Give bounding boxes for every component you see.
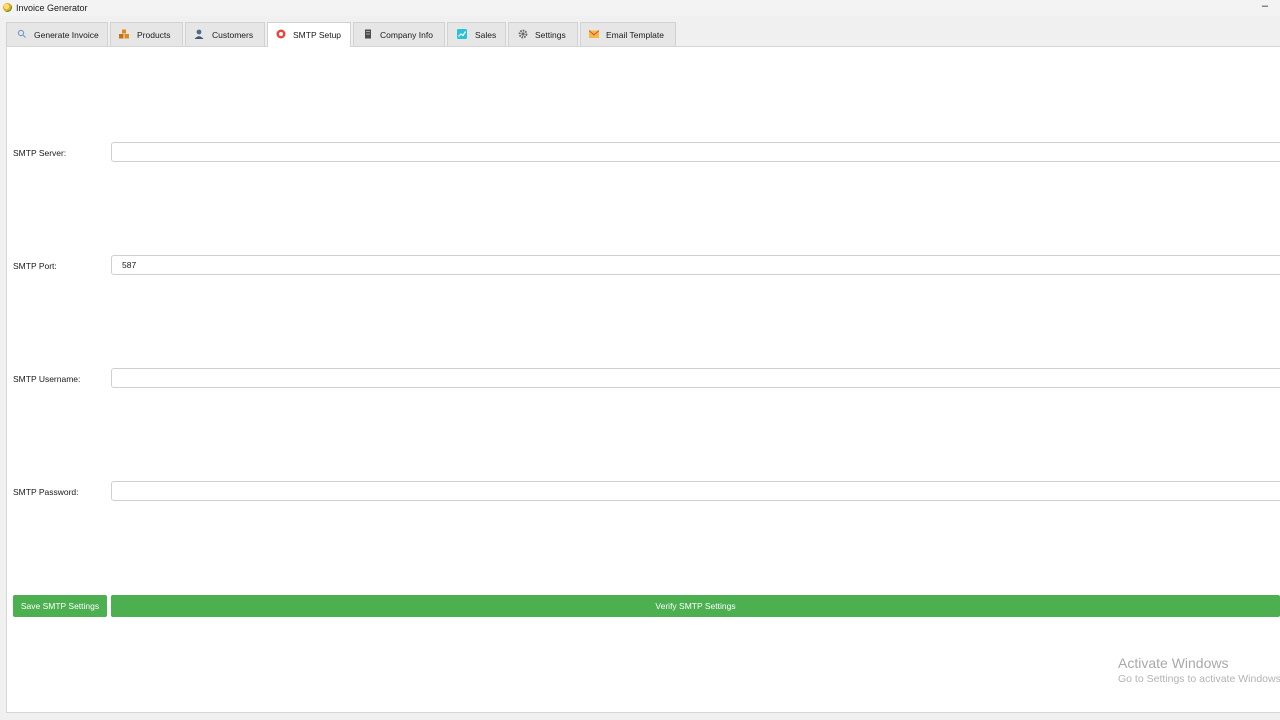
smtp-port-label: SMTP Port:: [13, 261, 57, 271]
smtp-server-input[interactable]: [111, 142, 1280, 162]
tab-generate-invoice[interactable]: Generate Invoice: [6, 22, 108, 46]
tab-bar: Generate Invoice Products Customers SMTP…: [0, 22, 1280, 47]
verify-smtp-settings-button[interactable]: Verify SMTP Settings: [111, 595, 1280, 617]
window-title: Invoice Generator: [16, 3, 88, 13]
smtp-username-input[interactable]: [111, 368, 1280, 388]
tab-company-info[interactable]: Company Info: [353, 22, 445, 46]
tab-products[interactable]: Products: [110, 22, 183, 46]
smtp-server-label: SMTP Server:: [13, 148, 67, 158]
minimize-button[interactable]: –: [1262, 0, 1268, 14]
activation-watermark-title: Activate Windows: [1118, 655, 1229, 671]
activation-watermark-subtitle: Go to Settings to activate Windows.: [1118, 673, 1280, 685]
smtp-username-label: SMTP Username:: [13, 374, 81, 384]
tab-sales[interactable]: Sales: [447, 22, 506, 46]
tab-label: Customers: [212, 30, 254, 40]
tab-settings[interactable]: Settings: [508, 22, 578, 46]
smtp-password-label: SMTP Password:: [13, 487, 79, 497]
envelope-icon: [589, 30, 599, 38]
tab-label: Products: [137, 30, 171, 40]
smtp-port-input[interactable]: 587: [111, 255, 1280, 275]
tab-label: Company Info: [380, 30, 433, 40]
search-icon: [17, 29, 26, 38]
building-icon: [365, 29, 371, 39]
tab-label: Sales: [475, 30, 497, 40]
tab-customers[interactable]: Customers: [185, 22, 265, 46]
smtp-icon: [276, 29, 286, 39]
tab-label: Settings: [535, 30, 566, 40]
app-icon: [3, 3, 12, 12]
chart-icon: [457, 29, 467, 39]
smtp-password-input[interactable]: [111, 481, 1280, 501]
gear-icon: [518, 29, 528, 39]
title-bar: Invoice Generator –: [0, 0, 1280, 16]
save-smtp-settings-button[interactable]: Save SMTP Settings: [13, 595, 107, 617]
tab-smtp-setup[interactable]: SMTP Setup: [267, 22, 351, 47]
tab-label: Generate Invoice: [34, 30, 99, 40]
tab-label: SMTP Setup: [293, 30, 342, 40]
tab-label: Email Template: [606, 30, 664, 40]
boxes-icon: [119, 29, 129, 39]
tab-email-template[interactable]: Email Template: [580, 22, 676, 46]
customer-icon: [194, 29, 204, 39]
